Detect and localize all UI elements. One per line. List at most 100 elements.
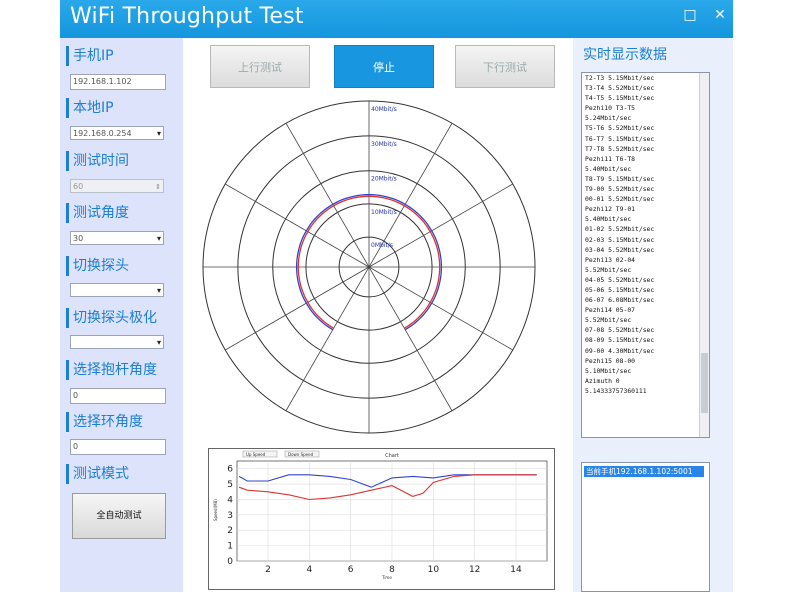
local-ip-label: 本地IP xyxy=(66,98,114,118)
realtime-title: 实时显示数据 xyxy=(583,47,667,63)
legend-label: Up Speed xyxy=(246,452,266,457)
log-line: T3-T4 5.52Mbit/sec xyxy=(585,84,655,93)
x-tick-label: 14 xyxy=(510,565,522,575)
log-line: Pezhi13 02-04 xyxy=(585,255,636,264)
switch-probe-label: 切换探头 xyxy=(66,256,129,276)
full-auto-test-button[interactable]: 全自动测试 xyxy=(72,493,166,539)
log-line: Pezhi11 T6-T8 xyxy=(585,154,636,163)
log-line: 09-00 4.30Mbit/sec xyxy=(585,346,655,355)
phone-ip-input[interactable]: 192.168.1.102 xyxy=(70,74,166,90)
log-line: 07-08 5.52Mbit/sec xyxy=(585,326,655,335)
x-tick-label: 10 xyxy=(428,565,440,575)
legend-item: Up Speed xyxy=(242,450,278,458)
log-line: 5.40Mbit/sec xyxy=(585,215,632,224)
log-line: T6-T7 5.15Mbit/sec xyxy=(585,134,655,143)
y-tick-label: 0 xyxy=(227,557,233,567)
chevron-down-icon: ▾ xyxy=(156,129,161,138)
chart-title: Chart xyxy=(385,453,399,459)
test-mode-label: 测试模式 xyxy=(66,464,129,484)
realtime-panel: 实时显示数据 T2-T3 5.15Mbit/sec T3-T4 5.52Mbit/… xyxy=(573,38,733,592)
test-angle-label: 测试角度 xyxy=(66,203,129,223)
log-line: Pezhi15 08-00 xyxy=(585,356,636,365)
y-tick-label: 6 xyxy=(227,465,233,475)
ring-angle-label: 选择环角度 xyxy=(66,412,143,432)
polar-ring-label: 10Mbit/s xyxy=(371,209,397,216)
log-line: 5.52Mbit/sec xyxy=(585,316,632,325)
line-chart-frame: Chart 0 1 2 3 4 5 6 2 4 6 8 10 12 14 Time Speed(MB) Up Sp… xyxy=(208,448,555,590)
maximize-icon[interactable]: □ xyxy=(681,6,699,24)
window-title: WiFi Throughput Test xyxy=(70,4,304,29)
polar-ring-label: 20Mbit/s xyxy=(371,176,397,183)
switch-probe-pol-label: 切换探头极化 xyxy=(66,308,157,328)
legend-item: Down Speed xyxy=(284,450,320,458)
log-line: T4-T5 5.15Mbit/sec xyxy=(585,94,655,103)
log-line: 04-05 5.52Mbit/sec xyxy=(585,275,655,284)
log-scrollbar[interactable] xyxy=(699,73,709,437)
close-icon[interactable]: ✕ xyxy=(711,6,729,24)
x-tick-label: 8 xyxy=(389,565,395,575)
switch-probe-select[interactable]: ▾ xyxy=(70,283,164,297)
stepper-arrows-icon: ⇕ xyxy=(155,183,161,191)
settings-panel: 手机IP 192.168.1.102 本地IP 192.168.0.254 ▾ 测… xyxy=(60,38,183,592)
y-tick-label: 4 xyxy=(227,495,233,505)
x-tick-label: 2 xyxy=(265,565,271,575)
local-ip-value: 192.168.0.254 xyxy=(73,129,132,138)
pole-angle-input[interactable]: 0 xyxy=(70,388,166,404)
local-ip-select[interactable]: 192.168.0.254 ▾ xyxy=(70,126,164,140)
log-line: T7-T8 5.52Mbit/sec xyxy=(585,144,655,153)
log-line: T2-T3 5.15Mbit/sec xyxy=(585,74,655,82)
line-chart: Chart01234562 4 6 8 10 12 14TimeSpeed(MB)Up Sp… xyxy=(213,450,548,580)
test-angle-value: 30 xyxy=(73,234,84,243)
upload-test-button[interactable]: 上行测试 xyxy=(210,45,310,88)
y-tick-label: 5 xyxy=(227,480,233,490)
ring-angle-input[interactable]: 0 xyxy=(70,439,166,455)
chart-area: 上行测试 停止 下行测试 40Mbit/s 30Mbit/s 20Mbit/s 10M… xyxy=(183,38,573,592)
test-angle-select[interactable]: 30 ▾ xyxy=(70,231,164,245)
x-axis-label: Time xyxy=(381,575,392,580)
chevron-down-icon: ▾ xyxy=(156,286,161,295)
test-time-stepper[interactable]: 60 ⇕ xyxy=(70,179,164,193)
y-tick-label: 3 xyxy=(227,511,233,521)
scroll-thumb[interactable] xyxy=(701,353,708,413)
log-line: 5.52Mbit/sec xyxy=(585,265,632,274)
pole-angle-label: 选择抱杆角度 xyxy=(66,360,157,380)
log-line: T9-00 5.52Mbit/sec xyxy=(585,185,655,194)
y-axis-label: Speed(MB) xyxy=(213,499,218,521)
test-time-value: 60 xyxy=(73,182,84,191)
log-line: 5.24Mbit/sec xyxy=(585,114,632,123)
download-test-button[interactable]: 下行测试 xyxy=(455,45,555,88)
log-line: 03-04 5.52Mbit/sec xyxy=(585,245,655,254)
log-line: 5.10Mbit/sec xyxy=(585,366,632,375)
log-line: 05-06 5.15Mbit/sec xyxy=(585,285,655,294)
stop-button[interactable]: 停止 xyxy=(334,45,434,88)
log-line: T5-T6 5.52Mbit/sec xyxy=(585,124,655,133)
polar-ring-label: 40Mbit/s xyxy=(371,106,397,113)
log-line: Pezhi10 T3-T5 xyxy=(585,104,636,113)
log-lines: T2-T3 5.15Mbit/sec T3-T4 5.52Mbit/sec T4-T… xyxy=(582,73,709,396)
log-line: Pezhi12 T9-01 xyxy=(585,205,636,214)
polar-chart: 40Mbit/s 30Mbit/s 20Mbit/s 10Mbit/s 0Mbit/s xyxy=(202,100,536,434)
log-line: 01-02 5.52Mbit/sec xyxy=(585,225,655,234)
polar-ring-label: 0Mbit/s xyxy=(371,242,393,249)
connection-list[interactable]: 当前手机192.168.1.102:5001 xyxy=(581,462,710,592)
log-line: 08-09 5.15Mbit/sec xyxy=(585,336,655,345)
y-tick-label: 1 xyxy=(227,542,233,552)
app-window: WiFi Throughput Test □ ✕ 手机IP 192.168.1.… xyxy=(60,0,733,592)
log-line: 00-01 5.52Mbit/sec xyxy=(585,195,655,204)
chevron-down-icon: ▾ xyxy=(156,234,161,243)
log-line: T8-T9 5.15Mbit/sec xyxy=(585,174,655,183)
test-time-label: 测试时间 xyxy=(66,151,129,171)
phone-ip-label: 手机IP xyxy=(66,46,114,66)
title-bar[interactable]: WiFi Throughput Test □ ✕ xyxy=(60,0,733,38)
connection-item[interactable]: 当前手机192.168.1.102:5001 xyxy=(584,466,704,477)
switch-probe-pol-select[interactable]: ▾ xyxy=(70,335,164,349)
x-tick-label: 12 xyxy=(469,565,480,575)
log-line: Azimuth 0 xyxy=(585,376,620,385)
log-line: 02-03 5.15Mbit/sec xyxy=(585,235,655,244)
chevron-down-icon: ▾ xyxy=(156,338,161,347)
log-line: 5.14333757360111 xyxy=(585,386,647,395)
polar-ring-label: 30Mbit/s xyxy=(371,141,397,148)
log-line: 06-07 6.08Mbit/sec xyxy=(585,296,655,305)
y-tick-label: 2 xyxy=(227,526,233,536)
realtime-log-list[interactable]: T2-T3 5.15Mbit/sec T3-T4 5.52Mbit/sec T4-T… xyxy=(581,72,710,438)
